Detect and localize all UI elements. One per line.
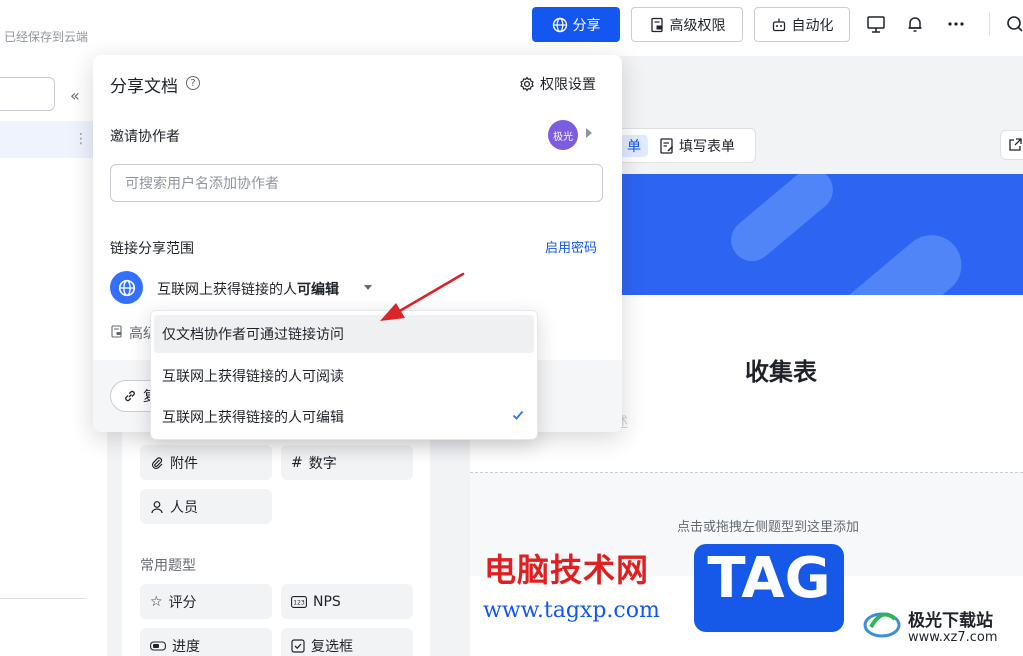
watermark-site-name: 电脑技术网 <box>484 551 650 589</box>
globe-icon <box>110 271 143 304</box>
person-icon <box>151 500 163 513</box>
progress-icon <box>150 640 166 651</box>
hash-icon: # <box>291 454 303 471</box>
permission-settings-button[interactable]: 权限设置 <box>519 74 596 94</box>
watermark-xz-name: 极光下载站 <box>908 611 993 631</box>
link-icon <box>125 390 135 402</box>
invite-collaborators-label: 邀请协作者 <box>110 129 180 145</box>
type-number-label: 数字 <box>308 455 337 472</box>
type-checkbox-label: 复选框 <box>311 638 353 655</box>
permission-icon <box>650 17 663 32</box>
type-progress-label: 进度 <box>172 638 200 655</box>
scope-option-internet-read[interactable]: 互联网上获得链接的人可阅读 <box>154 357 534 395</box>
search-icon[interactable] <box>1003 12 1023 36</box>
avatar[interactable]: 极光 <box>548 120 578 150</box>
row-more-icon[interactable]: ⋮ <box>74 131 88 147</box>
type-nps-label: NPS <box>313 593 341 610</box>
fill-form-icon <box>660 138 673 154</box>
annotation-arrow <box>380 272 465 321</box>
scope-selected-prefix: 互联网上获得链接的人 <box>157 282 297 298</box>
more-icon[interactable] <box>944 12 968 36</box>
scope-option-internet-edit[interactable]: 互联网上获得链接的人可编辑 <box>154 398 534 436</box>
share-button[interactable]: 分享 <box>532 7 620 42</box>
svg-text:123: 123 <box>293 599 305 606</box>
star-icon: ☆ <box>150 593 163 610</box>
automation-label: 自动化 <box>791 17 834 34</box>
type-progress-button[interactable]: 进度 <box>140 628 272 656</box>
scope-option-collaborators-only[interactable]: 仅文档协作者可通过链接访问 <box>154 315 534 353</box>
common-types-heading: 常用题型 <box>140 558 196 574</box>
form-title[interactable]: 收集表 <box>745 352 817 387</box>
collapse-sidebar-icon[interactable]: « <box>70 86 80 105</box>
external-link-icon <box>1009 138 1022 151</box>
share-popover-title: 分享文档 <box>110 77 178 97</box>
canvas-header-area <box>622 56 1023 122</box>
gear-icon <box>520 76 534 92</box>
enable-password-link[interactable]: 启用密码 <box>545 237 597 256</box>
checkbox-icon <box>291 638 305 653</box>
sidebar-divider <box>0 598 86 599</box>
watermark-site-url: www.tagxp.com <box>483 598 660 623</box>
help-icon[interactable]: ? <box>186 76 200 90</box>
drop-zone-hint: 点击或拖拽左侧题型到这里添加 <box>677 520 860 535</box>
watermark-xz-logo-icon <box>863 612 901 638</box>
type-attachment-button[interactable]: 附件 <box>140 445 272 480</box>
robot-icon <box>772 18 785 31</box>
paperclip-icon <box>152 456 163 469</box>
sidebar-search-input[interactable] <box>0 77 55 111</box>
collaborator-search-input[interactable]: 可搜索用户名添加协作者 <box>110 164 603 202</box>
watermark-xz-url: www.xz7.com <box>908 630 998 645</box>
type-checkbox-button[interactable]: 复选框 <box>281 628 413 656</box>
advanced-permissions-label: 高级权限 <box>669 17 726 34</box>
share-button-label: 分享 <box>572 17 601 34</box>
check-icon <box>512 410 524 420</box>
tab-fill-form-label: 填写表单 <box>679 139 735 155</box>
form-banner <box>622 174 1023 295</box>
advanced-permissions-button[interactable]: 高级权限 <box>631 7 743 42</box>
type-person-label: 人员 <box>170 499 198 516</box>
type-attachment-label: 附件 <box>170 455 198 472</box>
link-scope-select[interactable]: 互联网上获得链接的人可编辑 <box>157 279 339 299</box>
automation-button[interactable]: 自动化 <box>754 7 850 42</box>
globe-icon <box>552 17 567 32</box>
tab-edit-form[interactable]: 单 <box>620 135 648 157</box>
nps-icon: 123 <box>291 595 307 608</box>
scope-selected-permission: 可编辑 <box>297 282 339 298</box>
type-rating-button[interactable]: ☆ 评分 <box>140 584 272 619</box>
advanced-icon <box>111 325 123 341</box>
open-external-button[interactable] <box>1000 130 1023 160</box>
watermark-tag-text: TAG <box>707 546 831 611</box>
bell-icon[interactable] <box>903 12 927 36</box>
link-scope-label: 链接分享范围 <box>110 241 194 257</box>
presentation-icon[interactable] <box>864 12 888 36</box>
type-rating-label: 评分 <box>168 594 197 611</box>
tab-fill-form[interactable]: 填写表单 <box>660 136 735 156</box>
type-person-button[interactable]: 人员 <box>140 489 272 524</box>
chevron-right-icon[interactable] <box>586 128 592 138</box>
permission-settings-label: 权限设置 <box>540 77 596 93</box>
type-number-button[interactable]: # 数字 <box>281 445 413 480</box>
save-status: 已经保存到云端 <box>4 30 89 44</box>
type-nps-button[interactable]: 123 NPS <box>281 584 413 619</box>
toolbar-divider <box>989 12 990 36</box>
